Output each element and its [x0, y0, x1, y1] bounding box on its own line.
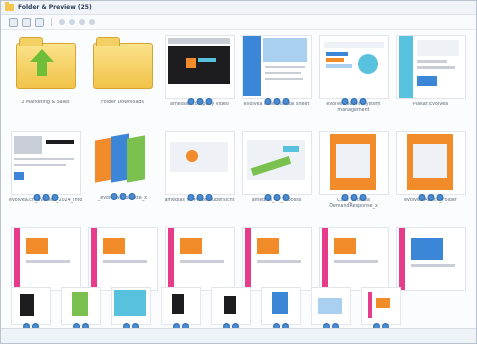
thumbnail-strip [11, 287, 461, 331]
toolbar [1, 15, 476, 30]
item-caption: Plakat Evolvea [412, 102, 449, 107]
view-icon[interactable] [9, 17, 18, 27]
grid-item-brochure[interactable]: _evolvea Produkte_x [84, 131, 161, 225]
thumbnail [318, 227, 389, 291]
thumb-controls [110, 193, 135, 200]
thumb-controls [264, 194, 289, 201]
list-icon[interactable] [35, 17, 44, 27]
thumbnail [12, 35, 80, 97]
grid-item-doc-orange-1[interactable]: Case_evolvea DemandResponse_x [315, 131, 392, 225]
thumbnail [164, 35, 235, 105]
toolbar-divider [51, 18, 52, 26]
strip-item[interactable] [61, 287, 101, 330]
folder-icon [92, 37, 153, 89]
grid-item-doc-blue[interactable]: evolvea case manual sheet [238, 35, 315, 129]
thumbnail [10, 227, 81, 291]
grid-item-marketing-folder[interactable]: 2 Marketing & Sales [7, 35, 84, 129]
thumbnail-grid: 2 Marketing & Sales Folder Downloads ame… [7, 35, 470, 321]
strip-item[interactable] [361, 287, 401, 330]
rotate-icon[interactable] [69, 19, 75, 25]
thumbnail [164, 227, 235, 291]
strip-item[interactable] [311, 287, 351, 330]
grid-icon[interactable] [22, 17, 31, 27]
grid-item-doc-dark[interactable]: evolvea.ch_evolvea_2024_Info [7, 131, 84, 225]
item-caption: Folder Downloads [101, 100, 144, 105]
thumbnail [10, 131, 81, 201]
thumbnail [89, 131, 157, 200]
item-caption: 2 Marketing & Sales [21, 100, 70, 105]
thumbnail [89, 35, 157, 97]
grid-item-video[interactable]: amedias company video [161, 35, 238, 129]
next-icon[interactable] [89, 19, 95, 25]
thumbnail [395, 227, 466, 291]
grid-item-doc-orange-2[interactable]: evolvea Admin_Folder [392, 131, 469, 225]
strip-item[interactable] [111, 287, 151, 330]
thumbnail [241, 35, 312, 105]
folder-icon [5, 2, 14, 11]
prev-icon[interactable] [79, 19, 85, 25]
file-browser-window: Folder & Preview (25) 2 Marketing & Sale… [0, 0, 477, 344]
thumbnail [164, 131, 235, 201]
thumb-controls [341, 194, 366, 201]
strip-item[interactable] [11, 287, 51, 330]
grid-item-doc-green[interactable]: amedias_VP_Process [238, 131, 315, 225]
thumb-controls [33, 194, 58, 201]
title-bar: Folder & Preview (25) [1, 1, 476, 15]
strip-item[interactable] [211, 287, 251, 330]
thumb-controls [341, 98, 366, 105]
grid-item-downloads-folder[interactable]: Folder Downloads [84, 35, 161, 129]
grid-item-doc-chart[interactable]: evolvea admin system management [315, 35, 392, 129]
status-bar [1, 328, 476, 343]
zoom-icon[interactable] [59, 19, 65, 25]
thumb-controls [187, 194, 212, 201]
strip-item[interactable] [261, 287, 301, 330]
window-title: Folder & Preview (25) [18, 4, 92, 11]
thumb-controls [264, 98, 289, 105]
thumbnail [395, 35, 466, 99]
strip-item[interactable] [161, 287, 201, 330]
thumb-controls [187, 98, 212, 105]
thumbnail [318, 35, 389, 105]
thumbnail [318, 131, 389, 201]
thumbnail [87, 227, 158, 291]
thumbnail [241, 227, 312, 291]
up-arrow-icon [29, 49, 54, 79]
thumbnail [395, 131, 466, 201]
grid-item-doc-light[interactable]: amedias VP Prozessübersicht [161, 131, 238, 225]
grid-item-poster[interactable]: Plakat Evolvea [392, 35, 469, 129]
thumbnail [241, 131, 312, 201]
thumb-controls [418, 194, 443, 201]
